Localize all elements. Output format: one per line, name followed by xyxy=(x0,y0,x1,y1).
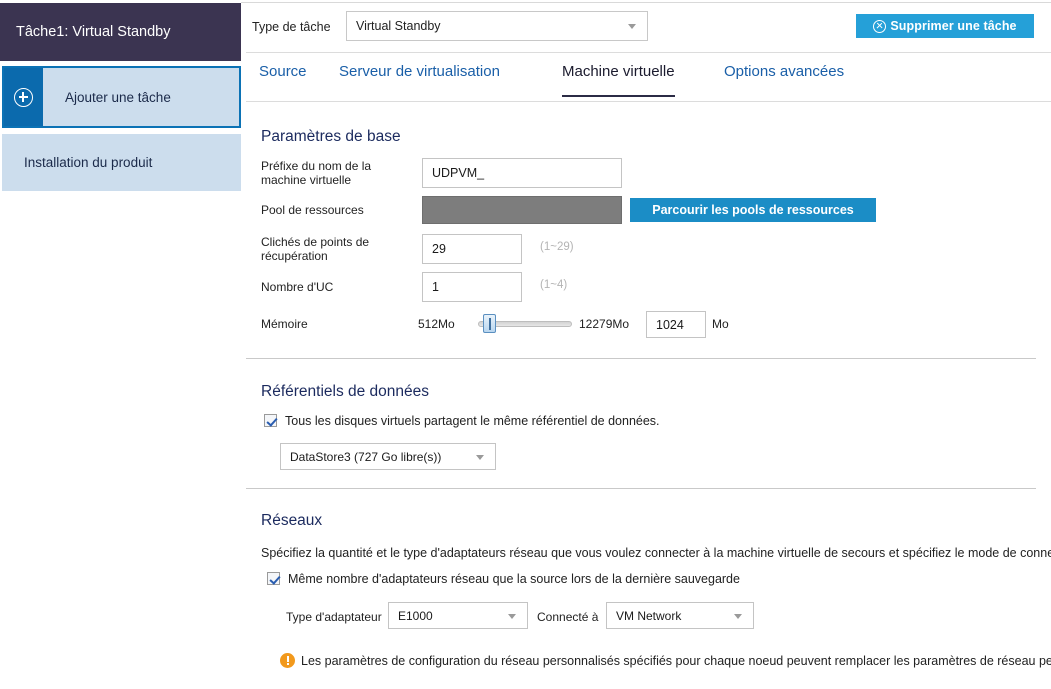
vm-prefix-input[interactable]: UDPVM_ xyxy=(422,158,622,188)
datastores-divider xyxy=(246,488,1036,489)
memory-value-input[interactable]: 1024 xyxy=(646,311,706,338)
delete-task-button[interactable]: Supprimer une tâche xyxy=(856,14,1034,38)
connected-to-label: Connecté à xyxy=(537,610,599,624)
cpu-count-value: 1 xyxy=(432,280,439,294)
tab-virtualization-server-label: Serveur de virtualisation xyxy=(339,63,500,80)
recovery-snapshots-value: 29 xyxy=(432,242,446,256)
tab-virtual-machine[interactable]: Machine virtuelle xyxy=(562,63,675,97)
chevron-down-icon xyxy=(476,454,484,460)
resource-pool-input xyxy=(422,196,622,224)
cpu-count-label: Nombre d'UC xyxy=(261,280,334,294)
recovery-snapshots-label: Clichés de points de récupération xyxy=(261,235,370,263)
memory-value: 1024 xyxy=(656,317,684,332)
adapter-type-value: E1000 xyxy=(398,608,433,623)
add-task-label: Ajouter une tâche xyxy=(65,89,171,105)
networks-description: Spécifiez la quantité et le type d'adapt… xyxy=(261,546,1051,560)
main-panel: Type de tâche Virtual Standby Supprimer … xyxy=(241,0,1051,689)
basic-settings-heading: Paramètres de base xyxy=(261,128,401,145)
resource-pool-label: Pool de ressources xyxy=(261,203,364,217)
adapter-type-dropdown[interactable]: E1000 xyxy=(388,602,528,629)
adapter-type-label: Type d'adaptateur xyxy=(286,610,382,624)
tab-virtual-machine-label: Machine virtuelle xyxy=(562,63,675,80)
task-type-divider xyxy=(246,52,1051,53)
vm-prefix-label: Préfixe du nom de la machine virtuelle xyxy=(261,159,372,187)
warning-exclamation-icon xyxy=(280,653,295,668)
tab-advanced-options[interactable]: Options avancées xyxy=(724,63,844,97)
tab-bar-divider xyxy=(246,101,1051,102)
virtual-standby-configuration-page: Tâche1: Virtual Standby Ajouter une tâch… xyxy=(0,0,1051,689)
tab-bar: Source Serveur de virtualisation Machine… xyxy=(241,63,1051,99)
chevron-down-icon xyxy=(734,613,742,619)
browse-resource-pools-label: Parcourir les pools de ressources xyxy=(652,203,854,217)
cpu-count-hint: (1~4) xyxy=(540,279,568,291)
sidebar: Tâche1: Virtual Standby Ajouter une tâch… xyxy=(0,0,241,689)
sidebar-item-add-task[interactable]: Ajouter une tâche xyxy=(2,66,241,128)
recovery-snapshots-input[interactable]: 29 xyxy=(422,234,522,264)
cpu-count-input[interactable]: 1 xyxy=(422,272,522,302)
connected-to-value: VM Network xyxy=(616,608,682,623)
memory-slider[interactable] xyxy=(478,314,572,334)
x-circle-icon xyxy=(873,19,887,33)
vm-prefix-value: UDPVM_ xyxy=(432,166,485,180)
task-type-value: Virtual Standby xyxy=(356,19,441,33)
same-adapter-count-checkbox[interactable] xyxy=(267,572,280,585)
datastore-dropdown[interactable]: DataStore3 (727 Go libre(s)) xyxy=(280,443,496,470)
task-type-dropdown[interactable]: Virtual Standby xyxy=(346,11,648,41)
memory-slider-thumb[interactable] xyxy=(483,314,496,333)
tab-source-label: Source xyxy=(259,63,307,80)
tab-source[interactable]: Source xyxy=(259,63,307,97)
delete-task-label: Supprimer une tâche xyxy=(890,19,1017,33)
memory-unit-label: Mo xyxy=(712,317,729,331)
share-datastore-label: Tous les disques virtuels partagent le m… xyxy=(285,414,660,428)
top-divider xyxy=(241,2,1051,3)
same-adapter-count-label: Même nombre d'adaptateurs réseau que la … xyxy=(288,572,740,586)
network-warning-text: Les paramètres de configuration du résea… xyxy=(301,654,1051,668)
connected-to-dropdown[interactable]: VM Network xyxy=(606,602,754,629)
task-type-label: Type de tâche xyxy=(252,20,331,34)
browse-resource-pools-button[interactable]: Parcourir les pools de ressources xyxy=(630,198,876,222)
add-task-icon-container xyxy=(4,68,43,126)
tab-virtualization-server[interactable]: Serveur de virtualisation xyxy=(339,63,500,97)
sidebar-item-product-installation[interactable]: Installation du produit xyxy=(2,134,241,191)
chevron-down-icon xyxy=(628,24,636,29)
chevron-down-icon xyxy=(508,613,516,619)
share-datastore-checkbox[interactable] xyxy=(264,414,277,427)
task-type-row: Type de tâche Virtual Standby Supprimer … xyxy=(241,11,1051,45)
datastore-value: DataStore3 (727 Go libre(s)) xyxy=(290,449,442,464)
memory-min-label: 512Mo xyxy=(418,317,455,331)
memory-max-label: 12279Mo xyxy=(579,317,630,331)
networks-heading: Réseaux xyxy=(261,512,323,529)
plus-circle-icon xyxy=(14,87,33,107)
basic-settings-divider xyxy=(246,358,1036,359)
product-installation-label: Installation du produit xyxy=(24,155,153,170)
recovery-snapshots-hint: (1~29) xyxy=(540,241,574,253)
tab-advanced-options-label: Options avancées xyxy=(724,63,845,80)
datastores-heading: Référentiels de données xyxy=(261,383,430,400)
task-header: Tâche1: Virtual Standby xyxy=(0,3,241,61)
memory-label: Mémoire xyxy=(261,317,308,331)
